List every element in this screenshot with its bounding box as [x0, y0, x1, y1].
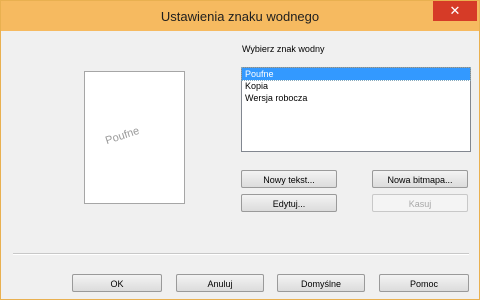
close-icon: ✕	[449, 3, 461, 18]
watermark-preview: Poufne	[84, 71, 185, 204]
close-button[interactable]: ✕	[433, 1, 477, 21]
title-bar[interactable]: Ustawienia znaku wodnego ✕	[1, 1, 479, 31]
cancel-button[interactable]: Anuluj	[176, 274, 264, 292]
watermark-settings-dialog: Ustawienia znaku wodnego ✕ Poufne Wybier…	[0, 0, 480, 300]
list-item[interactable]: Wersja robocza	[242, 92, 470, 104]
delete-button: Kasuj	[372, 194, 468, 212]
preview-watermark-text: Poufne	[103, 124, 141, 148]
list-item[interactable]: Poufne	[241, 67, 471, 81]
defaults-button[interactable]: Domyślne	[277, 274, 365, 292]
help-button[interactable]: Pomoc	[379, 274, 469, 292]
ok-button[interactable]: OK	[72, 274, 162, 292]
new-bitmap-button[interactable]: Nowa bitmapa...	[372, 170, 468, 188]
window-title: Ustawienia znaku wodnego	[160, 9, 320, 24]
watermark-listbox[interactable]: Poufne Kopia Wersja robocza	[241, 67, 471, 152]
edit-button[interactable]: Edytuj...	[241, 194, 337, 212]
list-item[interactable]: Kopia	[242, 80, 470, 92]
new-text-button[interactable]: Nowy tekst...	[241, 170, 337, 188]
watermark-list-label: Wybierz znak wodny	[242, 44, 325, 54]
footer-separator	[13, 253, 469, 255]
